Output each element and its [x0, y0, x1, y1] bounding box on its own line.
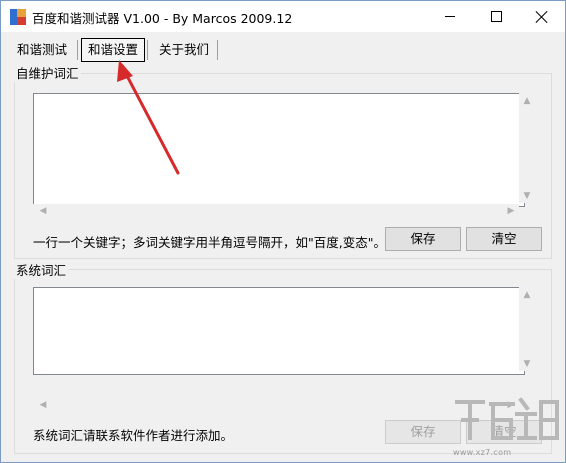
system-save-button: 保存 — [385, 420, 461, 444]
tab-harmony-test[interactable]: 和谐测试 — [12, 39, 72, 61]
watermark-logo: www.xz7.com — [453, 394, 563, 460]
scroll-down-icon[interactable]: ▼ — [519, 359, 535, 369]
custom-save-button[interactable]: 保存 — [385, 227, 461, 251]
system-vocabulary-title: 系统词汇 — [14, 260, 69, 279]
custom-vocabulary-textbox[interactable] — [33, 93, 525, 207]
maximize-icon — [490, 11, 502, 22]
custom-clear-button[interactable]: 清空 — [466, 227, 542, 251]
window-title: 百度和谐测试器 V1.00 - By Marcos 2009.12 — [32, 11, 293, 26]
scroll-left-icon[interactable]: ◀ — [35, 206, 51, 216]
scroll-up-icon[interactable]: ▲ — [519, 290, 535, 300]
minimize-icon — [445, 16, 455, 17]
minimize-button[interactable] — [427, 1, 473, 32]
close-icon — [536, 11, 548, 23]
tab-harmony-settings[interactable]: 和谐设置 — [81, 38, 145, 62]
custom-vertical-scrollbar[interactable]: ▲ ▼ — [519, 93, 535, 203]
maximize-button[interactable] — [473, 1, 519, 32]
custom-vocabulary-title: 自维护词汇 — [14, 63, 81, 82]
scroll-down-icon[interactable]: ▼ — [519, 191, 535, 201]
system-vocabulary-textbox[interactable] — [33, 287, 525, 375]
tab-divider — [77, 40, 78, 60]
system-horizontal-scrollbar[interactable]: ◀ ▶ — [33, 398, 519, 412]
app-icon — [10, 9, 26, 25]
system-vocabulary-hint: 系统词汇请联系软件作者进行添加。 — [33, 428, 234, 443]
scroll-up-icon[interactable]: ▲ — [519, 96, 535, 106]
system-vertical-scrollbar[interactable]: ▲ ▼ — [519, 287, 535, 371]
title-bar[interactable]: 百度和谐测试器 V1.00 - By Marcos 2009.12 — [1, 1, 565, 32]
custom-horizontal-scrollbar[interactable]: ◀ ▶ — [33, 204, 519, 218]
watermark-icon — [455, 397, 559, 440]
custom-vocabulary-hint: 一行一个关键字；多词关键字用半角逗号隔开，如"百度,变态"。 — [33, 235, 386, 250]
scroll-right-icon[interactable]: ▶ — [503, 206, 519, 216]
scroll-left-icon[interactable]: ◀ — [35, 400, 51, 410]
tab-bar: 和谐测试 和谐设置 关于我们 — [1, 32, 565, 68]
app-window: 百度和谐测试器 V1.00 - By Marcos 2009.12 和谐测试 和… — [0, 0, 566, 463]
tab-about-us[interactable]: 关于我们 — [152, 39, 216, 61]
close-button[interactable] — [519, 1, 565, 32]
watermark-text: www.xz7.com — [453, 448, 512, 457]
tab-divider — [147, 40, 148, 60]
tab-divider — [217, 40, 218, 60]
